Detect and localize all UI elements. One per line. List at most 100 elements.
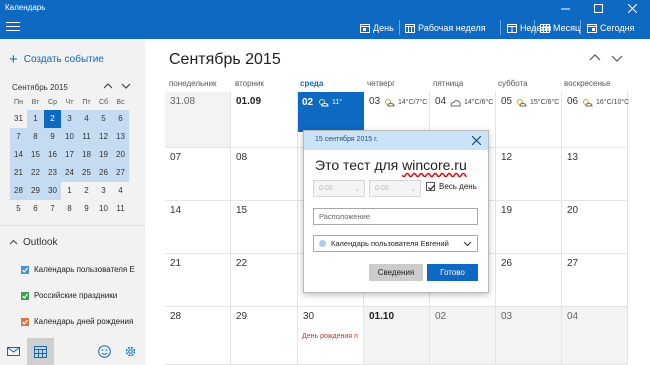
mini-day[interactable]: 17 [61,146,78,164]
day-cell[interactable]: 27 [562,254,628,307]
day-cell[interactable]: 26 [496,254,562,307]
day-cell[interactable]: 12 [496,148,562,201]
day-cell[interactable]: 05 15°C/6°C [496,92,562,148]
checkbox-checked-icon[interactable] [426,182,435,191]
mini-day[interactable]: 3 [61,110,78,128]
today-button[interactable]: Сегодня [587,16,635,39]
birthday-event[interactable]: День рождения п [302,333,358,340]
outlook-group-toggle[interactable]: Outlook [9,237,57,248]
mini-day[interactable]: 16 [44,146,61,164]
next-month-button[interactable] [610,52,624,64]
day-cell[interactable]: 13 [562,148,628,201]
mini-day[interactable]: 5 [95,110,112,128]
mini-day[interactable]: 28 [10,182,27,200]
mini-day[interactable]: 4 [112,182,129,200]
mini-day[interactable]: 14 [10,146,27,164]
mini-day[interactable]: 9 [78,200,95,218]
day-cell[interactable]: 02 [430,307,496,365]
day-cell[interactable]: 04 [562,307,628,365]
day-cell[interactable]: 29 [231,307,298,365]
day-cell[interactable]: 03 [496,307,562,365]
today-highlight[interactable]: 02 11° [298,92,364,132]
settings-button[interactable] [117,338,144,365]
prev-month-button[interactable] [588,52,602,64]
mini-day[interactable]: 21 [10,164,27,182]
mini-day[interactable]: 26 [95,164,112,182]
start-time-select[interactable]: 0:00 ⌄ [313,180,365,197]
day-cell[interactable]: 31.08 [165,92,231,148]
calendar-app-button[interactable] [27,338,54,365]
calendar-item-holidays[interactable]: Российские праздники [21,291,117,300]
mini-day[interactable]: 5 [10,200,27,218]
mini-day[interactable]: 13 [112,128,129,146]
day-cell[interactable]: 21 [165,254,231,307]
mail-button[interactable] [0,338,27,365]
end-time-select[interactable]: 0:00 ⌄ [369,180,421,197]
month-view-button[interactable]: Месяц [540,16,580,39]
feedback-button[interactable] [91,338,118,365]
day-cell[interactable]: 06 16°C/10°C [562,92,629,148]
mini-calendar-next-button[interactable] [120,80,132,92]
mini-day[interactable]: 11 [78,128,95,146]
checkbox-checked-icon[interactable] [21,317,29,326]
calendar-select[interactable]: Календарь пользователя Евгений [313,235,478,252]
new-event-button[interactable]: + Создать событие [9,52,104,67]
mini-day[interactable]: 24 [61,164,78,182]
all-day-checkbox[interactable]: Весь день [426,182,477,191]
checkbox-checked-icon[interactable] [21,291,29,300]
details-button[interactable]: Сведения [369,264,423,281]
day-cell[interactable]: 15 [231,201,298,254]
day-cell[interactable]: 01.09 [231,92,298,148]
mini-day[interactable]: 10 [95,200,112,218]
mini-day[interactable]: 3 [95,182,112,200]
mini-calendar-prev-button[interactable] [102,80,114,92]
location-input[interactable]: Расположение [313,208,478,225]
event-title-input[interactable]: Это тест для wincore.ru [315,157,467,173]
popup-close-button[interactable] [470,134,483,147]
mini-day[interactable]: 8 [61,200,78,218]
mini-day[interactable]: 15 [27,146,44,164]
mini-day[interactable]: 19 [95,146,112,164]
minimize-button[interactable] [553,0,578,16]
day-cell[interactable]: 19 [496,201,562,254]
done-button[interactable]: Готово [427,264,478,281]
mini-day[interactable]: 10 [61,128,78,146]
mini-day[interactable]: 22 [27,164,44,182]
day-cell[interactable]: 14 [165,201,231,254]
close-button[interactable] [620,0,645,16]
day-cell[interactable]: 07 [165,148,231,201]
calendar-item-birthdays[interactable]: Календарь дней рождения [21,317,133,326]
mini-day[interactable]: 20 [112,146,129,164]
mini-day[interactable]: 25 [78,164,95,182]
mini-day[interactable]: 8 [27,128,44,146]
maximize-button[interactable] [586,0,611,16]
mini-day[interactable]: 6 [112,110,129,128]
mini-day[interactable]: 31 [10,110,27,128]
mini-day[interactable]: 30 [44,182,61,200]
mini-day[interactable]: 7 [10,128,27,146]
mini-day[interactable]: 4 [78,110,95,128]
mini-day[interactable]: 12 [95,128,112,146]
mini-day[interactable]: 29 [27,182,44,200]
mini-day-today[interactable]: 2 [44,110,61,128]
mini-day[interactable]: 7 [44,200,61,218]
hamburger-menu-icon[interactable] [6,22,20,32]
day-cell[interactable]: 20 [562,201,628,254]
mini-day[interactable]: 6 [27,200,44,218]
mini-day[interactable]: 27 [112,164,129,182]
day-cell[interactable]: 22 [231,254,298,307]
day-cell[interactable]: 01.10 [364,307,430,365]
checkbox-checked-icon[interactable] [21,265,29,274]
mini-day[interactable]: 23 [44,164,61,182]
mini-day[interactable]: 1 [61,182,78,200]
mini-day[interactable]: 9 [44,128,61,146]
day-cell[interactable]: 28 [165,307,231,365]
calendar-item-user[interactable]: Календарь пользователя Е [21,265,135,274]
mini-day[interactable]: 11 [112,200,129,218]
day-view-button[interactable]: День [360,16,394,39]
work-week-view-button[interactable]: Рабочая неделя [405,16,486,39]
day-cell[interactable]: 08 [231,148,298,201]
mini-day[interactable]: 1 [27,110,44,128]
mini-day[interactable]: 18 [78,146,95,164]
mini-day[interactable]: 2 [78,182,95,200]
